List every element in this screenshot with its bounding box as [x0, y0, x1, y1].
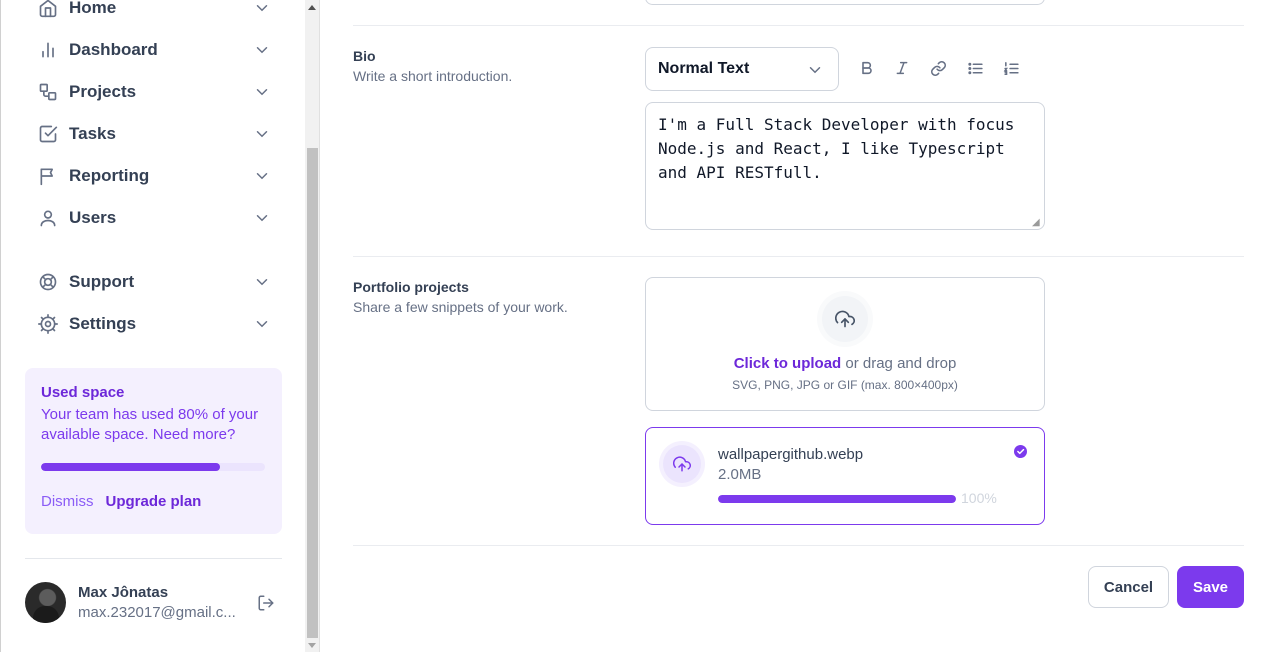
numbered-list-icon[interactable] [1001, 58, 1021, 78]
logout-icon[interactable] [257, 594, 275, 617]
file-upload-progress-fill [718, 495, 956, 503]
bullet-list-icon[interactable] [965, 58, 985, 78]
sidebar-scrollbar[interactable] [305, 0, 320, 652]
sidebar-divider [25, 558, 282, 559]
cancel-button[interactable]: Cancel [1088, 566, 1169, 608]
chevron-down-icon [253, 0, 271, 22]
sidebar-item-support[interactable]: Support [25, 262, 281, 302]
sidebar-item-label: Tasks [69, 124, 116, 143]
dismiss-button[interactable]: Dismiss [41, 493, 94, 510]
check-square-icon [37, 123, 59, 145]
user-profile: Max Jônatas max.232017@gmail.c... [25, 582, 282, 624]
file-name: wallpapergithub.webp [718, 446, 864, 463]
file-upload-dropzone[interactable]: Click to upload or drag and drop SVG, PN… [645, 277, 1045, 411]
used-space-title: Used space [41, 384, 125, 401]
bio-title: Bio [353, 48, 376, 64]
chevron-down-icon [253, 273, 271, 296]
upgrade-plan-button[interactable]: Upgrade plan [106, 493, 202, 510]
bar-chart-icon [37, 39, 59, 61]
bio-textarea[interactable] [645, 102, 1045, 230]
sidebar-item-label: Projects [69, 82, 137, 101]
file-upload-progress [718, 495, 956, 503]
chevron-down-icon [806, 61, 824, 84]
chevron-down-icon [253, 315, 271, 338]
upload-instructions: Click to upload or drag and drop [646, 355, 1044, 372]
section-divider [353, 545, 1244, 546]
sidebar-item-reporting[interactable]: Reporting [25, 156, 281, 196]
upload-hint: SVG, PNG, JPG or GIF (max. 800×400px) [732, 378, 958, 392]
layers-icon [37, 81, 59, 103]
save-button[interactable]: Save [1177, 566, 1244, 608]
sidebar-item-label: Settings [69, 314, 137, 333]
chevron-down-icon [253, 167, 271, 190]
used-space-progress-fill [41, 463, 221, 471]
sidebar-item-users[interactable]: Users [25, 198, 281, 238]
sidebar-item-home[interactable]: Home [25, 0, 281, 28]
sidebar-item-label: Home [69, 0, 117, 17]
chevron-down-icon [253, 41, 271, 64]
section-divider [353, 25, 1244, 26]
bio-subtitle: Write a short introduction. [353, 68, 513, 84]
italic-icon[interactable] [892, 58, 912, 78]
life-buoy-icon [37, 271, 59, 293]
file-upload-percent: 100% [961, 490, 997, 506]
profile-email: max.232017@gmail.c... [78, 604, 236, 621]
main-content: Bio Write a short introduction. Normal T… [321, 0, 1279, 652]
sidebar-item-settings[interactable]: Settings [25, 304, 281, 344]
used-space-progress [41, 463, 265, 471]
check-circle-icon[interactable] [1014, 445, 1027, 458]
sidebar-item-projects[interactable]: Projects [25, 72, 281, 112]
sidebar: Home Dashboard Projects Tasks Reporting … [0, 0, 305, 652]
uploaded-file-card[interactable]: wallpapergithub.webp 2.0MB 100% [645, 427, 1045, 525]
used-space-text: Your team has used 80% of your available… [41, 406, 259, 443]
portfolio-subtitle: Share a few snippets of your work. [353, 299, 568, 315]
scroll-up-arrow[interactable] [308, 5, 316, 10]
chevron-down-icon [253, 209, 271, 232]
sidebar-item-label: Dashboard [69, 40, 158, 59]
upload-drag-text: or drag and drop [845, 355, 957, 372]
used-space-card: Used space Your team has used 80% of you… [25, 368, 282, 534]
chevron-down-icon [253, 83, 271, 106]
user-icon [37, 207, 59, 229]
home-icon [37, 0, 59, 19]
text-format-select[interactable]: Normal Text [645, 47, 839, 91]
profile-name: Max Jônatas [78, 584, 169, 601]
sidebar-item-label: Support [69, 272, 135, 291]
sidebar-item-label: Users [69, 208, 117, 227]
resize-handle-icon[interactable]: ◢ [1032, 217, 1040, 228]
sidebar-item-dashboard[interactable]: Dashboard [25, 30, 281, 70]
click-to-upload-link[interactable]: Click to upload [734, 355, 842, 372]
settings-icon [37, 313, 59, 335]
portfolio-title: Portfolio projects [353, 279, 469, 295]
upload-cloud-icon [822, 296, 868, 342]
sidebar-item-label: Reporting [69, 166, 150, 185]
text-format-value: Normal Text [658, 60, 750, 77]
flag-icon [37, 165, 59, 187]
scroll-down-arrow[interactable] [308, 643, 316, 648]
section-divider [353, 256, 1244, 257]
previous-field-input[interactable] [645, 0, 1045, 5]
avatar[interactable] [25, 582, 66, 623]
bold-icon[interactable] [857, 58, 877, 78]
scrollbar-thumb[interactable] [307, 148, 318, 638]
chevron-down-icon [253, 125, 271, 148]
link-icon[interactable] [928, 58, 948, 78]
sidebar-item-tasks[interactable]: Tasks [25, 114, 281, 154]
upload-cloud-icon [663, 445, 701, 483]
file-size: 2.0MB [718, 466, 762, 483]
